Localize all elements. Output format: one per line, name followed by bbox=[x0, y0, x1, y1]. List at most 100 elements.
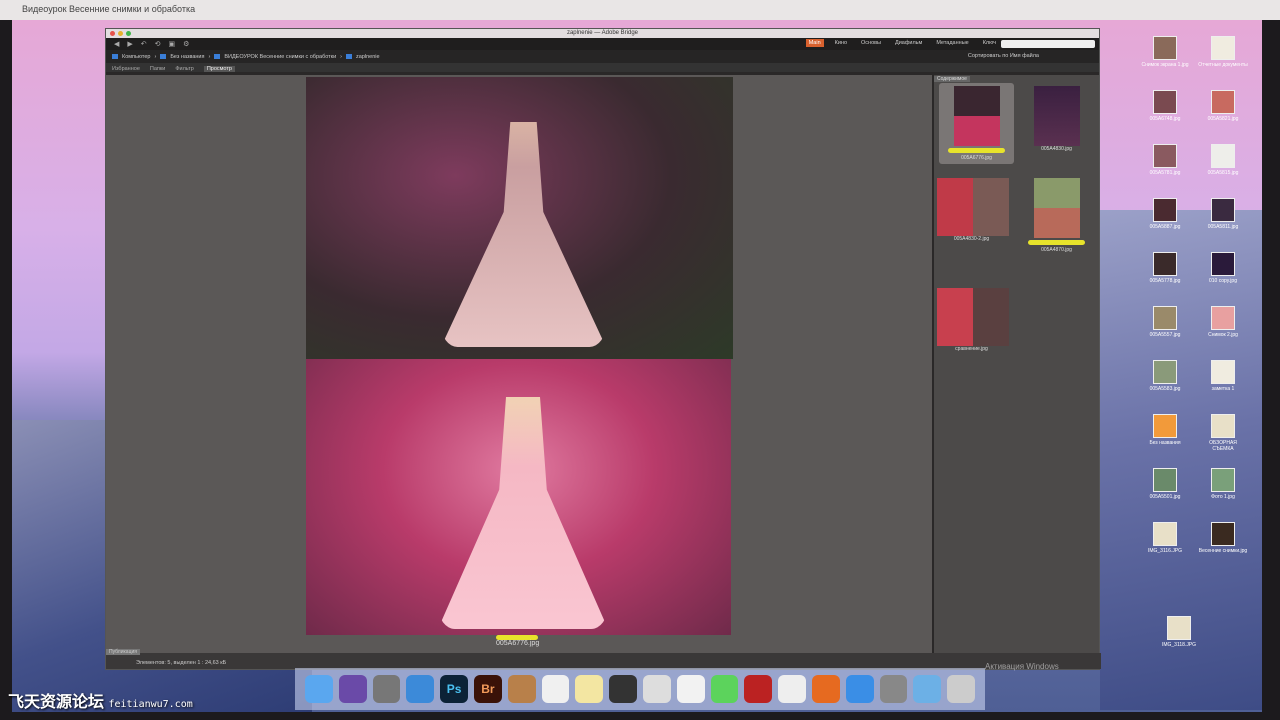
desktop-icon[interactable]: Отчетные документы bbox=[1198, 36, 1248, 68]
notes-icon[interactable] bbox=[507, 675, 536, 703]
folder-icon bbox=[160, 54, 167, 59]
workspace-3[interactable]: Диафильм bbox=[892, 39, 925, 47]
launchpad-icon[interactable] bbox=[372, 675, 401, 703]
thumbnail-filename: 005A4830.jpg bbox=[1041, 146, 1072, 152]
preview-icon[interactable] bbox=[642, 675, 671, 703]
window-folder: zaplnenie bbox=[566, 30, 593, 36]
tab-1[interactable]: Папки bbox=[150, 66, 165, 72]
file-icon bbox=[1211, 522, 1235, 546]
desktop-icon[interactable]: 005A5583.jpg bbox=[1140, 360, 1190, 392]
appstore-icon[interactable] bbox=[845, 675, 874, 703]
back-icon[interactable]: ◀ bbox=[114, 40, 119, 48]
chevron-right-icon: › bbox=[208, 53, 211, 60]
desktop-icon[interactable]: Снимок 2.jpg bbox=[1198, 306, 1248, 338]
desktop-icon[interactable]: Фото 1.jpg bbox=[1198, 468, 1248, 500]
chevron-right-icon: › bbox=[340, 53, 343, 60]
tab-3[interactable]: Просмотр bbox=[203, 66, 235, 72]
quicktime-icon[interactable] bbox=[609, 675, 637, 703]
preview-panel: 005A6776.jpg bbox=[106, 75, 932, 655]
safari-icon[interactable] bbox=[406, 675, 435, 703]
messages-icon[interactable] bbox=[710, 675, 739, 703]
downloads-icon[interactable] bbox=[913, 675, 942, 703]
sort-dropdown[interactable]: Сортировать по Имя файла bbox=[968, 53, 1039, 59]
tab-content[interactable]: Содержимое bbox=[934, 76, 970, 82]
breadcrumb-item[interactable]: Без названия bbox=[170, 54, 204, 60]
tab-0[interactable]: Избранное bbox=[112, 66, 140, 72]
thumbnail[interactable]: 005A4830.jpg bbox=[1019, 83, 1094, 155]
desktop-icon-label: ОБЗОРНАЯ СЪЕМКА bbox=[1209, 440, 1237, 452]
file-icon bbox=[1153, 252, 1177, 276]
desktop-icon[interactable]: Без названия bbox=[1140, 414, 1190, 446]
file-icon bbox=[1153, 360, 1177, 384]
desktop-icon-label: 010 copy.jpg bbox=[1209, 278, 1237, 284]
desktop-icon-label: 005A5778.jpg bbox=[1149, 278, 1181, 284]
search-input[interactable] bbox=[1001, 40, 1095, 48]
file-icon bbox=[1153, 198, 1177, 222]
desktop-icon[interactable]: IMG_3116.JPG bbox=[1140, 522, 1190, 554]
boomerang-icon[interactable]: ↶ bbox=[141, 40, 147, 48]
tab-publish[interactable]: Публикация bbox=[106, 649, 140, 655]
thumbnail[interactable]: сравнение.jpg bbox=[934, 285, 1009, 355]
calendar-icon[interactable] bbox=[541, 675, 570, 703]
preview-image-before bbox=[306, 77, 733, 359]
thumbnail[interactable]: 005A4870.jpg bbox=[1019, 175, 1094, 256]
desktop-icon[interactable]: 005A5811.jpg bbox=[1198, 198, 1248, 230]
file-icon bbox=[1153, 36, 1177, 60]
siri-icon[interactable] bbox=[338, 675, 367, 703]
photos-icon[interactable] bbox=[676, 675, 705, 703]
folder-icon bbox=[346, 54, 353, 59]
desktop-icon[interactable]: 010 copy.jpg bbox=[1198, 252, 1248, 284]
minimize-button[interactable] bbox=[118, 31, 123, 36]
file-icon bbox=[1211, 414, 1235, 438]
workspace-0[interactable]: Main bbox=[805, 39, 824, 47]
desktop-icon[interactable]: 005A5557.jpg bbox=[1140, 306, 1190, 338]
ibooks-icon[interactable] bbox=[811, 675, 840, 703]
thumbnail-filename: 005A6776.jpg bbox=[961, 155, 992, 161]
finder-icon[interactable] bbox=[305, 675, 333, 703]
close-button[interactable] bbox=[110, 31, 115, 36]
desktop-icon[interactable]: 005A6748.jpg bbox=[1140, 90, 1190, 122]
rotate-icon[interactable]: ⟲ bbox=[155, 40, 161, 48]
desktop-icon[interactable]: 005A5821.jpg bbox=[1198, 90, 1248, 122]
breadcrumb-item[interactable]: zaplnenie bbox=[356, 54, 380, 60]
bridge-icon[interactable]: Br bbox=[473, 675, 502, 703]
desktop-icon-label: 005A5781.jpg bbox=[1149, 170, 1181, 176]
desktop-icon[interactable]: Снимок экрана 1.jpg bbox=[1140, 36, 1190, 68]
desktop-icon-label: 005A5501.jpg bbox=[1149, 494, 1181, 500]
file-icon bbox=[1153, 414, 1177, 438]
photobooth-icon[interactable] bbox=[744, 675, 773, 703]
breadcrumb: Сортировать по Имя файла Компьютер › Без н… bbox=[106, 50, 1099, 63]
zoom-button[interactable] bbox=[126, 31, 131, 36]
file-icon bbox=[1211, 468, 1235, 492]
breadcrumb-item[interactable]: ВИДЕОУРОК Весенние снимки с обработки bbox=[224, 54, 336, 60]
itunes-icon[interactable] bbox=[778, 675, 806, 703]
trash-icon[interactable] bbox=[947, 675, 975, 703]
workspace-2[interactable]: Основы bbox=[858, 39, 884, 47]
desktop-icon[interactable]: ОБЗОРНАЯ СЪЕМКА bbox=[1198, 414, 1248, 452]
desktop-icon[interactable]: заметка 1 bbox=[1198, 360, 1248, 392]
watermark-cn: 飞天资源论坛 bbox=[8, 694, 105, 711]
desktop-icon[interactable]: 005A5887.jpg bbox=[1140, 198, 1190, 230]
desktop-icon-label: Весенние снимки.jpg bbox=[1198, 548, 1248, 554]
thumbnail[interactable]: 005A6776.jpg bbox=[939, 83, 1014, 164]
photoshop-icon[interactable]: Ps bbox=[440, 675, 468, 703]
desktop-icon[interactable]: 005A5501.jpg bbox=[1140, 468, 1190, 500]
settings-icon[interactable] bbox=[879, 675, 908, 703]
workspace-5[interactable]: Ключ bbox=[980, 39, 999, 47]
thumbnail[interactable]: 005A4830-2.jpg bbox=[934, 175, 1009, 245]
refine-icon[interactable]: ⚙ bbox=[183, 40, 189, 48]
breadcrumb-item[interactable]: Компьютер bbox=[122, 54, 150, 60]
forward-icon[interactable]: ▶ bbox=[127, 40, 132, 48]
workspace-4[interactable]: Метаданные bbox=[933, 39, 971, 47]
workspace-1[interactable]: Кино bbox=[832, 39, 850, 47]
stickies-icon[interactable] bbox=[575, 675, 604, 703]
desktop-icon[interactable]: 005A5815.jpg bbox=[1198, 144, 1248, 176]
bridge-window: zaplnenie — Adobe Bridge ◀ ▶ ↶ ⟲ ▣ ⚙ Main Кино… bbox=[105, 28, 1101, 670]
desktop-icon[interactable]: 005A5781.jpg bbox=[1140, 144, 1190, 176]
desktop-icon[interactable]: IMG_3118.JPG bbox=[1154, 616, 1204, 648]
desktop-icon[interactable]: Весенние снимки.jpg bbox=[1198, 522, 1248, 554]
tab-2[interactable]: Фильтр bbox=[175, 66, 193, 72]
camera-icon[interactable]: ▣ bbox=[169, 40, 176, 48]
desktop-icon[interactable]: 005A5778.jpg bbox=[1140, 252, 1190, 284]
thumbnail-image bbox=[937, 178, 1009, 236]
